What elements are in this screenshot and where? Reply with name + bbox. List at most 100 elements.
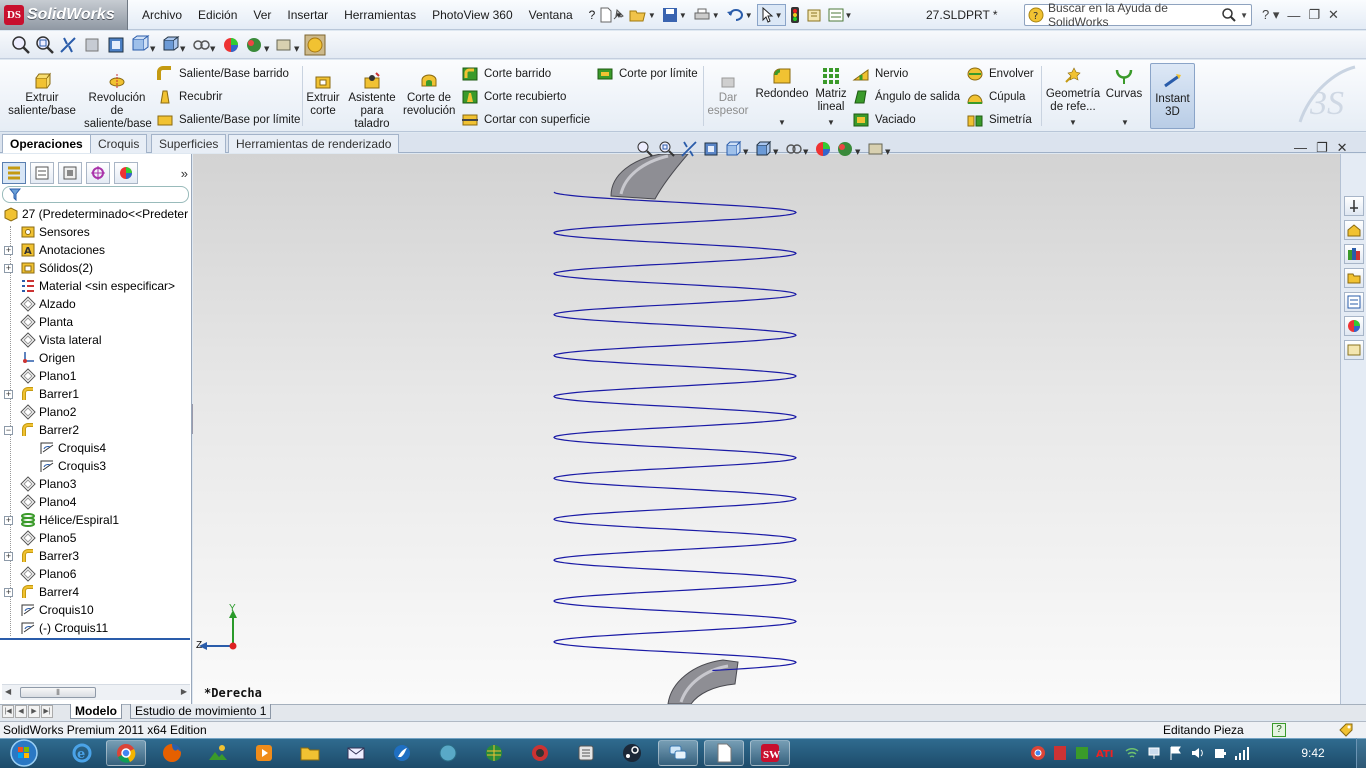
start-button[interactable]: [4, 738, 44, 768]
tray-wifi-icon[interactable]: [1124, 745, 1140, 761]
feature-tree-item[interactable]: − Barrer2: [0, 421, 192, 439]
status-tag-icon[interactable]: [1338, 722, 1354, 738]
feature-tree-item[interactable]: + A Anotaciones: [0, 241, 192, 259]
curves-button[interactable]: Curvas: [1104, 66, 1144, 101]
expand-panel-icon[interactable]: »: [181, 166, 188, 181]
save-button[interactable]: ▼: [660, 4, 689, 26]
taskbar-messenger[interactable]: [658, 740, 698, 766]
tray-pdf-icon[interactable]: [1052, 745, 1068, 761]
feature-tree-item[interactable]: + Sólidos(2): [0, 259, 192, 277]
section-view-icon[interactable]: [82, 35, 104, 55]
taskbar-app-blue[interactable]: [382, 740, 422, 766]
minimize-icon[interactable]: —: [1287, 8, 1300, 23]
zoom-to-fit-icon[interactable]: [10, 35, 32, 55]
shell-button[interactable]: Vaciado: [852, 112, 916, 128]
fillet-button[interactable]: Redondeo: [754, 66, 810, 101]
feature-tree-item[interactable]: + Barrer4: [0, 583, 192, 601]
tray-signal-icon[interactable]: [1234, 745, 1250, 761]
taskbar-explorer[interactable]: [290, 740, 330, 766]
taskbar-notepad[interactable]: [704, 740, 744, 766]
file-explorer-tab[interactable]: [1344, 268, 1364, 288]
prev-tab-icon[interactable]: ◀: [15, 705, 27, 718]
linear-pattern-button[interactable]: Matriz lineal: [812, 66, 850, 114]
expand-plus-icon[interactable]: +: [4, 587, 13, 597]
print-button[interactable]: ▼: [691, 4, 722, 26]
feature-tree-item[interactable]: Vista lateral: [0, 331, 192, 349]
lofted-boss-button[interactable]: Recubrir: [156, 89, 222, 105]
dome-button[interactable]: Cúpula: [966, 89, 1025, 105]
taskbar-paint[interactable]: [198, 740, 238, 766]
wrap-button[interactable]: Envolver: [966, 66, 1034, 82]
extruded-cut-button[interactable]: Extruir corte: [305, 72, 341, 118]
taskbar-solidworks[interactable]: SW: [750, 740, 790, 766]
feature-tree-item[interactable]: Croquis4: [0, 439, 192, 457]
select-button[interactable]: ▼: [756, 4, 786, 26]
spring-model[interactable]: [193, 154, 1340, 704]
tab-operaciones[interactable]: Operaciones: [2, 134, 91, 153]
curves-dropdown-icon[interactable]: ▼: [1121, 118, 1129, 127]
menu-photoview[interactable]: PhotoView 360: [424, 0, 521, 30]
scroll-left-icon[interactable]: ◀: [5, 687, 11, 696]
menu-edicion[interactable]: Edición: [190, 0, 245, 30]
show-desktop-button[interactable]: [1356, 738, 1366, 768]
feature-tree-item[interactable]: Croquis10: [0, 601, 192, 619]
custom-properties-tab[interactable]: [1344, 340, 1364, 360]
expand-plus-icon[interactable]: +: [4, 551, 13, 561]
taskbar-media-player[interactable]: [244, 740, 284, 766]
appearances-tab[interactable]: [1344, 316, 1364, 336]
first-tab-icon[interactable]: |◀: [2, 705, 14, 718]
feature-tree-item[interactable]: Origen: [0, 349, 192, 367]
help-search-box[interactable]: ? Buscar en la Ayuda de SolidWorks ▼: [1024, 1, 1252, 29]
hide-show-items-icon[interactable]: ▼: [190, 35, 218, 55]
feature-tree-horizontal-scrollbar[interactable]: ◀ ⦀ ▶: [2, 684, 190, 700]
tray-power-icon[interactable]: [1212, 745, 1228, 761]
collapse-minus-icon[interactable]: −: [4, 425, 13, 435]
apply-scene-icon[interactable]: ▼: [836, 140, 862, 158]
taskbar-ie[interactable]: e: [62, 740, 102, 766]
feature-tree-item[interactable]: (-) Croquis11: [0, 619, 192, 637]
feature-tree-item[interactable]: Material <sin especificar>: [0, 277, 192, 295]
view-settings-icon[interactable]: ▼: [866, 140, 892, 158]
taskbar-app-teal[interactable]: [428, 740, 468, 766]
tab-croquis[interactable]: Croquis: [90, 134, 148, 153]
instant3d-button[interactable]: Instant 3D: [1150, 63, 1195, 129]
menu-herramientas[interactable]: Herramientas: [336, 0, 424, 30]
rollback-bar[interactable]: [0, 638, 190, 640]
scrollbar-thumb[interactable]: ⦀: [20, 687, 96, 698]
mirror-button[interactable]: Simetría: [966, 112, 1032, 128]
last-tab-icon[interactable]: ▶|: [41, 705, 53, 718]
feature-tree-item[interactable]: Plano1: [0, 367, 192, 385]
minimize-icon[interactable]: —: [1294, 140, 1307, 156]
tray-volume-icon[interactable]: [1190, 745, 1206, 761]
fillet-dropdown-icon[interactable]: ▼: [778, 118, 786, 127]
view-settings-icon[interactable]: ▼: [274, 35, 302, 55]
reference-geometry-button[interactable]: Geometría de refe...: [1044, 66, 1102, 114]
taskbar-mail[interactable]: [336, 740, 376, 766]
feature-tree-item[interactable]: Plano3: [0, 475, 192, 493]
feature-tree-item[interactable]: Plano4: [0, 493, 192, 511]
feature-filter-input[interactable]: [2, 186, 189, 203]
zoom-area-icon[interactable]: [658, 140, 676, 158]
taskbar-app-gear[interactable]: [566, 740, 606, 766]
restore-icon[interactable]: ❐: [1316, 140, 1328, 156]
extruded-boss-button[interactable]: Extruir saliente/base: [6, 72, 78, 118]
file-properties-button[interactable]: [804, 4, 824, 26]
edit-appearance-icon[interactable]: [814, 140, 832, 158]
feature-tree-item[interactable]: Plano5: [0, 529, 192, 547]
dimxpert-tab[interactable]: [86, 162, 110, 184]
surface-cut-button[interactable]: Cortar con superficie: [461, 112, 590, 128]
hole-wizard-button[interactable]: Asistente para taladro: [346, 72, 398, 131]
apply-scene-icon[interactable]: ▼: [244, 35, 272, 55]
expand-plus-icon[interactable]: +: [4, 263, 13, 273]
next-tab-icon[interactable]: ▶: [28, 705, 40, 718]
feature-tree-item[interactable]: 27 (Predeterminado<<Predeter: [0, 205, 192, 223]
boundary-cut-button[interactable]: Corte por límite: [596, 66, 698, 82]
menu-archivo[interactable]: Archivo: [134, 0, 190, 30]
taskbar-steam[interactable]: [612, 740, 652, 766]
taskbar-chrome[interactable]: [106, 740, 146, 766]
view-orientation-icon[interactable]: ▼: [130, 35, 158, 55]
zoom-to-fit-icon[interactable]: [636, 140, 654, 158]
edit-appearance-icon[interactable]: [220, 35, 242, 55]
tab-herramientas-renderizado[interactable]: Herramientas de renderizado: [228, 134, 400, 153]
swept-cut-button[interactable]: Corte barrido: [461, 66, 551, 82]
